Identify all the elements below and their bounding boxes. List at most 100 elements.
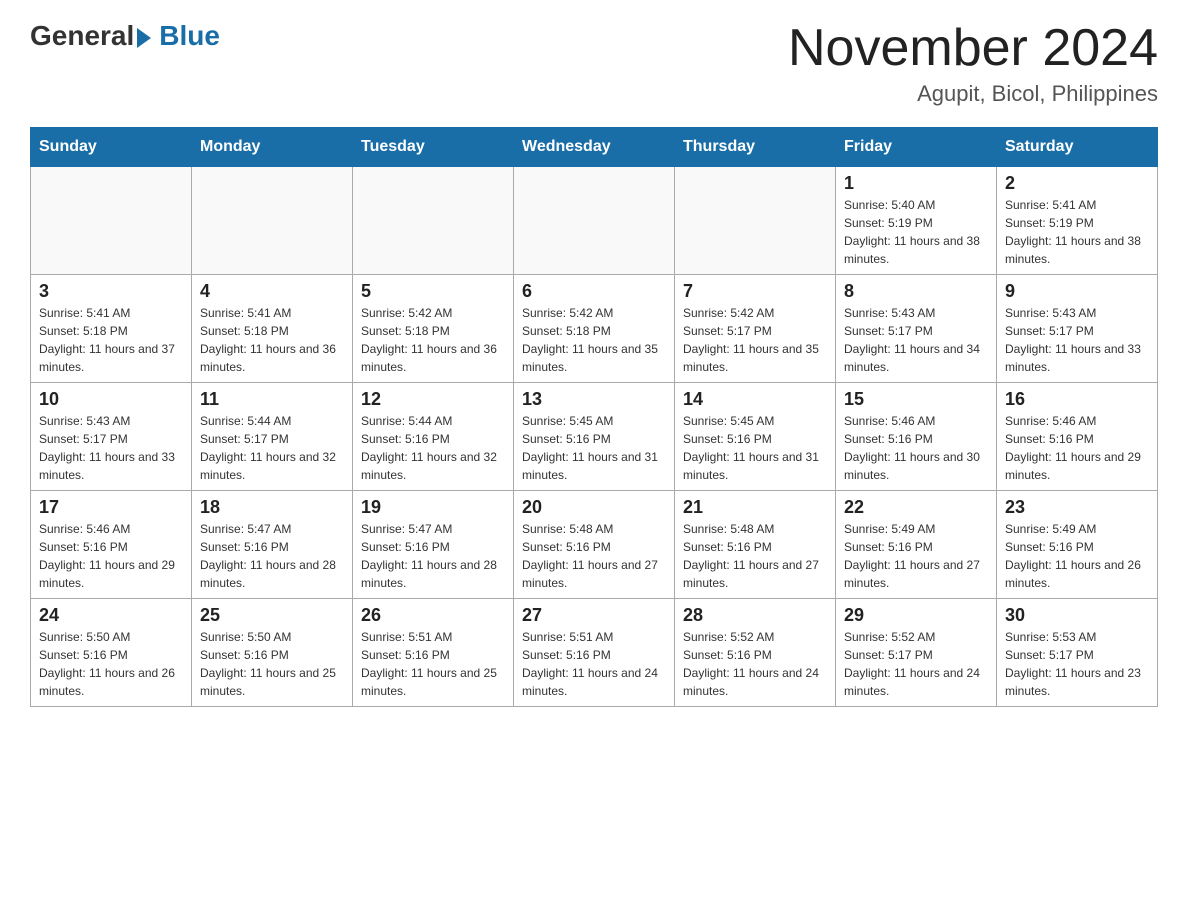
calendar-week-row: 24 Sunrise: 5:50 AM Sunset: 5:16 PM Dayli… [31, 599, 1158, 707]
day-info: Sunrise: 5:51 AM Sunset: 5:16 PM Dayligh… [361, 628, 505, 700]
day-info: Sunrise: 5:49 AM Sunset: 5:16 PM Dayligh… [1005, 520, 1149, 592]
calendar-cell: 14Sunrise: 5:45 AM Sunset: 5:16 PM Dayli… [675, 383, 836, 491]
weekday-header-thursday: Thursday [675, 128, 836, 167]
day-info: Sunrise: 5:45 AM Sunset: 5:16 PM Dayligh… [522, 412, 666, 484]
day-number: 17 [39, 497, 183, 518]
day-info: Sunrise: 5:42 AM Sunset: 5:18 PM Dayligh… [522, 304, 666, 376]
day-number: 15 [844, 389, 988, 410]
calendar-week-row: 3Sunrise: 5:41 AM Sunset: 5:18 PM Daylig… [31, 275, 1158, 383]
day-number: 14 [683, 389, 827, 410]
calendar-week-row: 10Sunrise: 5:43 AM Sunset: 5:17 PM Dayli… [31, 383, 1158, 491]
day-number: 24 [39, 605, 183, 626]
calendar-cell: 26Sunrise: 5:51 AM Sunset: 5:16 PM Dayli… [353, 599, 514, 707]
calendar-cell: 4Sunrise: 5:41 AM Sunset: 5:18 PM Daylig… [192, 275, 353, 383]
day-number: 1 [844, 173, 988, 194]
day-info: Sunrise: 5:46 AM Sunset: 5:16 PM Dayligh… [39, 520, 183, 592]
calendar-cell: 6Sunrise: 5:42 AM Sunset: 5:18 PM Daylig… [514, 275, 675, 383]
day-info: Sunrise: 5:42 AM Sunset: 5:18 PM Dayligh… [361, 304, 505, 376]
calendar-cell: 23Sunrise: 5:49 AM Sunset: 5:16 PM Dayli… [997, 491, 1158, 599]
day-number: 13 [522, 389, 666, 410]
day-number: 16 [1005, 389, 1149, 410]
day-info: Sunrise: 5:50 AM Sunset: 5:16 PM Dayligh… [200, 628, 344, 700]
day-info: Sunrise: 5:52 AM Sunset: 5:17 PM Dayligh… [844, 628, 988, 700]
calendar-cell [31, 167, 192, 275]
day-info: Sunrise: 5:43 AM Sunset: 5:17 PM Dayligh… [39, 412, 183, 484]
day-number: 9 [1005, 281, 1149, 302]
day-info: Sunrise: 5:47 AM Sunset: 5:16 PM Dayligh… [361, 520, 505, 592]
logo: General Blue [30, 20, 220, 52]
day-number: 6 [522, 281, 666, 302]
calendar-cell: 22Sunrise: 5:49 AM Sunset: 5:16 PM Dayli… [836, 491, 997, 599]
day-info: Sunrise: 5:44 AM Sunset: 5:17 PM Dayligh… [200, 412, 344, 484]
day-info: Sunrise: 5:42 AM Sunset: 5:17 PM Dayligh… [683, 304, 827, 376]
calendar-body: 1Sunrise: 5:40 AM Sunset: 5:19 PM Daylig… [31, 167, 1158, 707]
day-info: Sunrise: 5:46 AM Sunset: 5:16 PM Dayligh… [844, 412, 988, 484]
day-number: 8 [844, 281, 988, 302]
day-number: 12 [361, 389, 505, 410]
calendar-table: SundayMondayTuesdayWednesdayThursdayFrid… [30, 127, 1158, 707]
day-info: Sunrise: 5:45 AM Sunset: 5:16 PM Dayligh… [683, 412, 827, 484]
calendar-cell: 7Sunrise: 5:42 AM Sunset: 5:17 PM Daylig… [675, 275, 836, 383]
calendar-cell: 24Sunrise: 5:50 AM Sunset: 5:16 PM Dayli… [31, 599, 192, 707]
calendar-cell: 11Sunrise: 5:44 AM Sunset: 5:17 PM Dayli… [192, 383, 353, 491]
weekday-header-row: SundayMondayTuesdayWednesdayThursdayFrid… [31, 128, 1158, 167]
weekday-header-friday: Friday [836, 128, 997, 167]
day-number: 7 [683, 281, 827, 302]
calendar-cell: 2Sunrise: 5:41 AM Sunset: 5:19 PM Daylig… [997, 167, 1158, 275]
day-info: Sunrise: 5:48 AM Sunset: 5:16 PM Dayligh… [522, 520, 666, 592]
calendar-cell: 15Sunrise: 5:46 AM Sunset: 5:16 PM Dayli… [836, 383, 997, 491]
weekday-header-sunday: Sunday [31, 128, 192, 167]
day-info: Sunrise: 5:40 AM Sunset: 5:19 PM Dayligh… [844, 196, 988, 268]
day-info: Sunrise: 5:52 AM Sunset: 5:16 PM Dayligh… [683, 628, 827, 700]
day-info: Sunrise: 5:43 AM Sunset: 5:17 PM Dayligh… [844, 304, 988, 376]
calendar-cell: 12Sunrise: 5:44 AM Sunset: 5:16 PM Dayli… [353, 383, 514, 491]
calendar-cell: 19Sunrise: 5:47 AM Sunset: 5:16 PM Dayli… [353, 491, 514, 599]
calendar-cell: 27Sunrise: 5:51 AM Sunset: 5:16 PM Dayli… [514, 599, 675, 707]
day-number: 28 [683, 605, 827, 626]
day-number: 30 [1005, 605, 1149, 626]
calendar-cell: 1Sunrise: 5:40 AM Sunset: 5:19 PM Daylig… [836, 167, 997, 275]
page-header: General Blue November 2024 Agupit, Bicol… [30, 20, 1158, 107]
day-info: Sunrise: 5:41 AM Sunset: 5:19 PM Dayligh… [1005, 196, 1149, 268]
calendar-cell [353, 167, 514, 275]
day-number: 2 [1005, 173, 1149, 194]
day-info: Sunrise: 5:41 AM Sunset: 5:18 PM Dayligh… [39, 304, 183, 376]
calendar-cell: 17Sunrise: 5:46 AM Sunset: 5:16 PM Dayli… [31, 491, 192, 599]
day-number: 19 [361, 497, 505, 518]
calendar-cell: 25Sunrise: 5:50 AM Sunset: 5:16 PM Dayli… [192, 599, 353, 707]
calendar-cell: 30Sunrise: 5:53 AM Sunset: 5:17 PM Dayli… [997, 599, 1158, 707]
day-number: 22 [844, 497, 988, 518]
logo-general-text: General [30, 20, 134, 52]
calendar-cell [514, 167, 675, 275]
day-number: 5 [361, 281, 505, 302]
day-number: 3 [39, 281, 183, 302]
day-info: Sunrise: 5:41 AM Sunset: 5:18 PM Dayligh… [200, 304, 344, 376]
calendar-cell: 13Sunrise: 5:45 AM Sunset: 5:16 PM Dayli… [514, 383, 675, 491]
calendar-cell: 9Sunrise: 5:43 AM Sunset: 5:17 PM Daylig… [997, 275, 1158, 383]
title-block: November 2024 Agupit, Bicol, Philippines [788, 20, 1158, 107]
calendar-cell: 28Sunrise: 5:52 AM Sunset: 5:16 PM Dayli… [675, 599, 836, 707]
day-number: 20 [522, 497, 666, 518]
day-number: 18 [200, 497, 344, 518]
day-number: 25 [200, 605, 344, 626]
weekday-header-wednesday: Wednesday [514, 128, 675, 167]
day-number: 29 [844, 605, 988, 626]
day-number: 4 [200, 281, 344, 302]
calendar-cell: 18Sunrise: 5:47 AM Sunset: 5:16 PM Dayli… [192, 491, 353, 599]
calendar-cell: 16Sunrise: 5:46 AM Sunset: 5:16 PM Dayli… [997, 383, 1158, 491]
logo-arrow-icon [137, 28, 151, 48]
calendar-cell: 29Sunrise: 5:52 AM Sunset: 5:17 PM Dayli… [836, 599, 997, 707]
calendar-cell: 3Sunrise: 5:41 AM Sunset: 5:18 PM Daylig… [31, 275, 192, 383]
day-number: 21 [683, 497, 827, 518]
month-year-title: November 2024 [788, 20, 1158, 77]
calendar-cell: 5Sunrise: 5:42 AM Sunset: 5:18 PM Daylig… [353, 275, 514, 383]
weekday-header-tuesday: Tuesday [353, 128, 514, 167]
weekday-header-saturday: Saturday [997, 128, 1158, 167]
day-number: 26 [361, 605, 505, 626]
calendar-cell [192, 167, 353, 275]
calendar-cell [675, 167, 836, 275]
location-subtitle: Agupit, Bicol, Philippines [788, 81, 1158, 107]
day-number: 10 [39, 389, 183, 410]
day-info: Sunrise: 5:51 AM Sunset: 5:16 PM Dayligh… [522, 628, 666, 700]
day-info: Sunrise: 5:47 AM Sunset: 5:16 PM Dayligh… [200, 520, 344, 592]
